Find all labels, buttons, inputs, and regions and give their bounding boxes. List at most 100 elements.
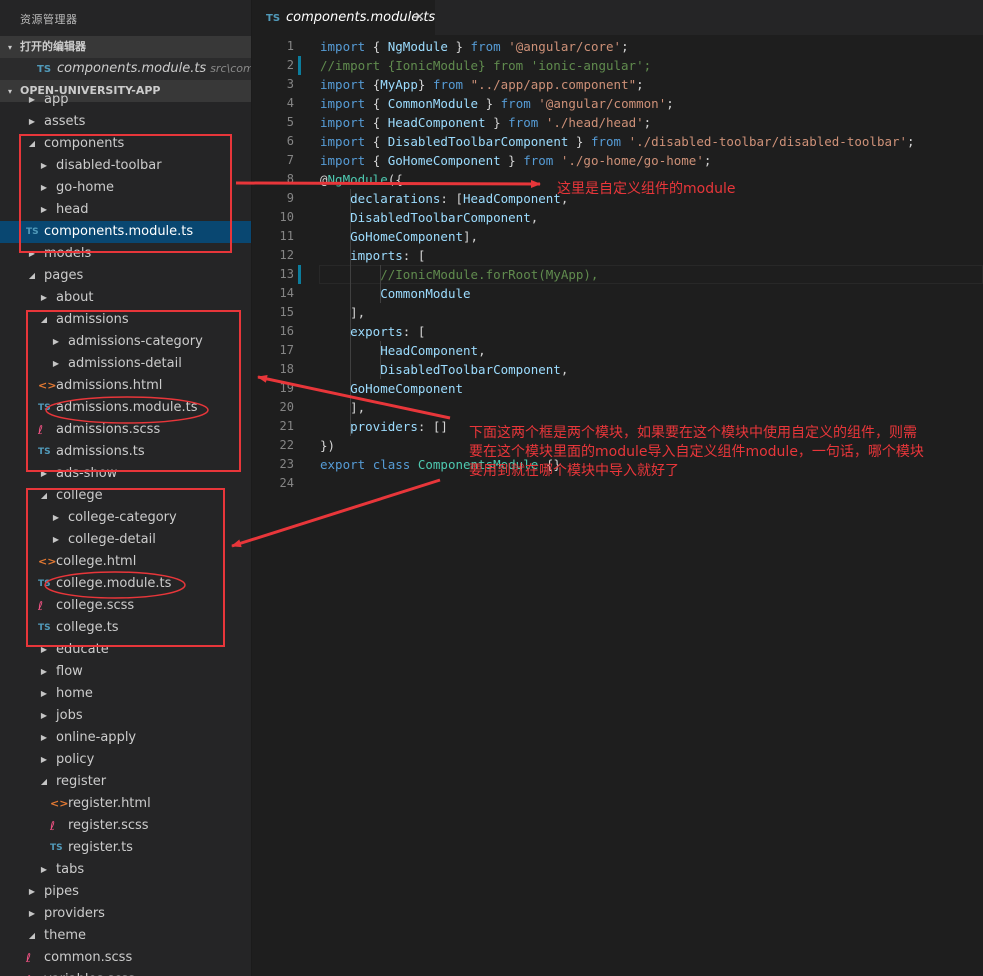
chevron-down-icon[interactable]: ◢: [26, 925, 38, 947]
tree-folder[interactable]: ▶ educate: [0, 639, 251, 661]
tree-folder[interactable]: ▶ providers: [0, 903, 251, 925]
tree-file[interactable]: ℓ register.scss: [0, 815, 251, 837]
code-line: 10 DisabledToolbarComponent,: [252, 208, 983, 227]
tree-file[interactable]: ℓvariables.scss: [0, 969, 251, 976]
chevron-right-icon[interactable]: ▶: [26, 89, 38, 111]
tree-folder[interactable]: ▶ tabs: [0, 859, 251, 881]
annotation-note-line-1: 下面这两个框是两个模块，如果要在这个模块中使用自定义的组件，则需: [469, 425, 917, 441]
tree-file[interactable]: TS college.module.ts: [0, 573, 251, 595]
tree-folder[interactable]: ▶ online-apply: [0, 727, 251, 749]
chevron-right-icon[interactable]: ▶: [38, 463, 50, 485]
tree-folder[interactable]: ▶ admissions-category: [0, 331, 251, 353]
code-token: from: [500, 96, 539, 111]
chevron-right-icon[interactable]: ▶: [38, 199, 50, 221]
tree-file[interactable]: ℓ common.scss: [0, 947, 251, 969]
tree-file[interactable]: <>admissions.html: [0, 375, 251, 397]
code-line: 7 import { GoHomeComponent } from './go-h…: [252, 151, 983, 170]
code-editor[interactable]: 1 import { NgModule } from '@angular/core…: [252, 35, 983, 976]
tab-components-module[interactable]: TS components.module.ts ✕: [252, 0, 435, 35]
chevron-right-icon[interactable]: ▶: [38, 287, 50, 309]
code-token: from: [523, 153, 561, 168]
code-token: './disabled-toolbar/disabled-toolbar': [628, 134, 908, 149]
tab-label: components.module.ts: [286, 10, 436, 25]
chevron-right-icon[interactable]: ▶: [38, 859, 50, 881]
tree-folder[interactable]: ◢ register: [0, 771, 251, 793]
chevron-right-icon[interactable]: ▶: [38, 727, 50, 749]
code-token: providers: [350, 419, 418, 434]
code-token: import: [320, 96, 373, 111]
tree-folder[interactable]: ▶ models: [0, 243, 251, 265]
tree-folder[interactable]: ▶ pipes: [0, 881, 251, 903]
code-token: DisabledToolbarComponent: [387, 134, 569, 149]
tree-folder[interactable]: ◢ college: [0, 485, 251, 507]
close-icon[interactable]: ✕: [414, 0, 425, 35]
chevron-right-icon[interactable]: ▶: [50, 353, 62, 375]
tree-item-label: policy: [56, 752, 95, 767]
tree-folder[interactable]: ▶ app: [0, 89, 251, 111]
scss-file-icon: ℓ: [26, 951, 31, 965]
tree-item-label: home: [56, 686, 93, 701]
code-token: ,: [478, 343, 486, 358]
tree-folder[interactable]: ▶ disabled-toolbar: [0, 155, 251, 177]
chevron-down-icon[interactable]: ◢: [38, 485, 50, 507]
tree-folder[interactable]: ▶ assets: [0, 111, 251, 133]
open-editor-path: src\compo...: [210, 62, 251, 75]
tree-file[interactable]: ℓ admissions.scss: [0, 419, 251, 441]
code-text: import { NgModule } from '@angular/core'…: [320, 37, 629, 56]
chevron-right-icon[interactable]: ▶: [38, 639, 50, 661]
chevron-right-icon[interactable]: ▶: [26, 881, 38, 903]
tree-item-label: admissions.scss: [56, 422, 161, 437]
chevron-right-icon[interactable]: ▶: [38, 683, 50, 705]
tree-file[interactable]: TS admissions.ts: [0, 441, 251, 463]
tree-file[interactable]: <>register.html: [0, 793, 251, 815]
chevron-right-icon[interactable]: ▶: [50, 507, 62, 529]
chevron-right-icon[interactable]: ▶: [26, 111, 38, 133]
chevron-right-icon[interactable]: ▶: [38, 155, 50, 177]
chevron-right-icon[interactable]: ▶: [38, 177, 50, 199]
tree-folder[interactable]: ◢ theme: [0, 925, 251, 947]
tree-folder[interactable]: ▶ college-category: [0, 507, 251, 529]
tree-folder[interactable]: ◢ components: [0, 133, 251, 155]
line-number: 5: [286, 115, 294, 129]
open-editors-header[interactable]: ▾ 打开的编辑器: [0, 36, 251, 58]
code-token: {: [372, 134, 388, 149]
tree-folder[interactable]: ▶ about: [0, 287, 251, 309]
tree-folder[interactable]: ▶ head: [0, 199, 251, 221]
code-text: CommonModule: [320, 284, 470, 303]
line-number: 8: [286, 172, 294, 186]
tree-folder[interactable]: ▶ ads-show: [0, 463, 251, 485]
tree-folder[interactable]: ▶ home: [0, 683, 251, 705]
tree-file[interactable]: TS components.module.ts: [0, 221, 251, 243]
tree-item-label: college.ts: [56, 620, 119, 635]
tree-file[interactable]: <>college.html: [0, 551, 251, 573]
tree-folder[interactable]: ▶ jobs: [0, 705, 251, 727]
chevron-right-icon[interactable]: ▶: [26, 243, 38, 265]
tree-file[interactable]: TS register.ts: [0, 837, 251, 859]
tree-folder[interactable]: ▶ admissions-detail: [0, 353, 251, 375]
tree-folder[interactable]: ▶ go-home: [0, 177, 251, 199]
chevron-right-icon[interactable]: ▶: [38, 749, 50, 771]
tree-folder[interactable]: ▶ college-detail: [0, 529, 251, 551]
chevron-right-icon[interactable]: ▶: [50, 331, 62, 353]
open-editor-item[interactable]: TS components.module.tssrc\compo...: [0, 58, 251, 80]
chevron-down-icon[interactable]: ◢: [26, 133, 38, 155]
code-token: NgModule: [327, 172, 388, 187]
chevron-down-icon[interactable]: ◢: [38, 309, 50, 331]
chevron-down-icon[interactable]: ◢: [26, 265, 38, 287]
chevron-right-icon[interactable]: ▶: [38, 661, 50, 683]
tree-file[interactable]: TS college.ts: [0, 617, 251, 639]
chevron-right-icon[interactable]: ▶: [38, 705, 50, 727]
chevron-down-icon[interactable]: ◢: [38, 771, 50, 793]
tree-file[interactable]: TS admissions.module.ts: [0, 397, 251, 419]
tree-file[interactable]: ℓ college.scss: [0, 595, 251, 617]
tree-folder[interactable]: ▶ policy: [0, 749, 251, 771]
code-text: }): [320, 436, 335, 455]
code-line: 6 import { DisabledToolbarComponent } fro…: [252, 132, 983, 151]
tree-folder[interactable]: ◢ pages: [0, 265, 251, 287]
code-token: : [: [402, 248, 426, 263]
tree-folder[interactable]: ◢ admissions: [0, 309, 251, 331]
tree-item-label: college-category: [68, 510, 177, 525]
chevron-right-icon[interactable]: ▶: [50, 529, 62, 551]
tree-folder[interactable]: ▶ flow: [0, 661, 251, 683]
chevron-right-icon[interactable]: ▶: [26, 903, 38, 925]
